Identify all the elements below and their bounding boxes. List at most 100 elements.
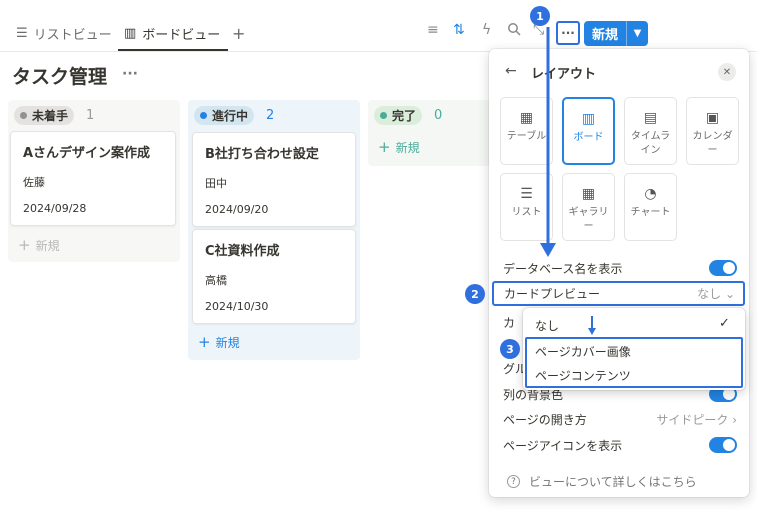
filter-icon[interactable]: ≡ (427, 22, 439, 38)
layout-option-label: カレンダー (692, 131, 733, 156)
card-date: 2024/09/20 (205, 203, 269, 216)
layout-option-chart[interactable]: ◔ チャート (624, 173, 677, 241)
card-preview-value-text: なし (697, 287, 722, 301)
layout-option-label: リスト (511, 207, 542, 218)
board-column-done: 完了 0 + 新規 (368, 100, 492, 166)
layout-option-board[interactable]: ▥ ボード (562, 97, 615, 165)
layout-option-table[interactable]: ▦ テーブル (500, 97, 553, 165)
card-person: 高橋 (205, 274, 227, 287)
tab-board-view-label: ボードビュー (142, 27, 221, 43)
task-card[interactable]: C社資料作成 高橋 2024/10/30 (192, 229, 356, 324)
tab-board-view[interactable]: ▥ ボードビュー (124, 20, 220, 46)
active-tab-underline (118, 49, 228, 51)
sort-icon[interactable]: ⇅ (453, 22, 465, 38)
setting-label: カ (503, 315, 516, 330)
column-header: 未着手 1 (14, 106, 94, 125)
tab-list-view-label: リストビュー (33, 27, 112, 43)
help-link[interactable]: ? ビューについて詳しくはこちら (507, 473, 697, 490)
status-label: 完了 (392, 109, 417, 123)
layout-option-list[interactable]: ☰ リスト (500, 173, 553, 241)
chart-icon: ◔ (644, 186, 657, 202)
status-pill[interactable]: 進行中 (194, 106, 255, 125)
card-preview-row[interactable]: カードプレビュー なし ⌄ (492, 281, 745, 306)
status-dot (20, 112, 27, 119)
search-icon[interactable] (507, 22, 521, 40)
task-card[interactable]: B社打ち合わせ設定 田中 2024/09/20 (192, 132, 356, 227)
board-icon: ▥ (581, 111, 596, 127)
board-column-in-progress: 進行中 2 B社打ち合わせ設定 田中 2024/09/20 C社資料作成 高橋 … (188, 100, 360, 360)
plus-icon: + (18, 236, 31, 254)
setting-label: ページアイコンを表示 (503, 438, 623, 453)
add-new-label: 新規 (395, 140, 420, 155)
new-dropdown-button[interactable]: ▼ (626, 21, 649, 46)
back-arrow-icon[interactable]: ← (505, 63, 517, 79)
status-dot (380, 112, 387, 119)
add-new-button[interactable]: + 新規 (18, 236, 60, 254)
help-label: ビューについて詳しくはこちら (529, 475, 697, 489)
column-count: 2 (266, 108, 275, 123)
highlight-box (525, 337, 743, 388)
status-pill[interactable]: 未着手 (14, 106, 75, 125)
show-page-icon-toggle[interactable] (709, 437, 737, 453)
page-open-value: サイドピーク › (656, 411, 737, 428)
task-card[interactable]: Aさんデザイン案作成 佐藤 2024/09/28 (10, 131, 176, 226)
add-new-label: 新規 (215, 335, 240, 350)
plus-icon: + (378, 138, 391, 156)
table-icon: ▦ (519, 110, 534, 126)
card-title: B社打ち合わせ設定 (205, 147, 319, 162)
plus-icon: + (198, 333, 211, 351)
setting-label: ページの開き方 (503, 412, 587, 427)
chevron-down-icon: ⌄ (724, 287, 735, 301)
list-icon: ☰ (16, 25, 28, 41)
chevron-right-icon: › (732, 412, 737, 427)
layout-option-gallery[interactable]: ▦ ギャラリー (562, 173, 615, 241)
layout-option-timeline[interactable]: ▤ タイムライン (624, 97, 677, 165)
timeline-icon: ▤ (643, 110, 658, 126)
check-icon: ✓ (719, 316, 730, 331)
more-horizontal-icon: ··· (561, 26, 575, 40)
layout-option-label: ギャラリー (568, 207, 609, 232)
option-none[interactable]: なし (535, 317, 559, 334)
status-label: 未着手 (32, 109, 69, 123)
card-person: 田中 (205, 177, 227, 190)
add-new-button[interactable]: + 新規 (378, 138, 420, 156)
show-db-name-row[interactable]: データベース名を表示 (503, 257, 737, 279)
column-header: 進行中 2 (194, 106, 274, 125)
show-page-icon-row[interactable]: ページアイコンを表示 (503, 434, 737, 456)
status-pill[interactable]: 完了 (374, 106, 423, 125)
annotation-badge-1: 1 (530, 6, 550, 26)
layout-option-calendar[interactable]: ▣ カレンダー (686, 97, 739, 165)
status-dot (200, 112, 207, 119)
column-header: 完了 0 (374, 106, 442, 125)
board-icon: ▥ (124, 25, 137, 41)
layout-option-label: タイムライン (630, 131, 671, 156)
gallery-icon: ▦ (581, 186, 596, 202)
annotation-badge-2: 2 (465, 284, 485, 304)
close-icon[interactable]: ✕ (718, 63, 736, 81)
card-title: C社資料作成 (205, 244, 280, 259)
tab-list-view[interactable]: ☰ リストビュー (16, 20, 112, 46)
column-count: 1 (86, 108, 95, 123)
more-options-button[interactable]: ··· (556, 21, 580, 45)
add-new-button[interactable]: + 新規 (198, 333, 240, 351)
card-person: 佐藤 (23, 176, 45, 189)
chevron-down-icon: ▼ (633, 28, 642, 39)
show-db-name-toggle[interactable] (709, 260, 737, 276)
card-date: 2024/09/28 (23, 202, 87, 215)
lightning-icon[interactable]: ϟ (482, 22, 491, 38)
column-count: 0 (434, 108, 443, 123)
plus-icon: + (232, 23, 246, 43)
card-date: 2024/10/30 (205, 300, 269, 313)
setting-label: データベース名を表示 (503, 261, 623, 276)
card-preview-value: なし ⌄ (697, 285, 735, 302)
card-title: Aさんデザイン案作成 (23, 146, 151, 161)
new-button[interactable]: 新規 (584, 21, 627, 46)
page-open-value-text: サイドピーク (656, 412, 729, 427)
help-icon: ? (507, 475, 520, 488)
layout-option-label: テーブル (506, 131, 547, 142)
page-open-row[interactable]: ページの開き方 サイドピーク › (503, 408, 737, 430)
title-more-icon[interactable]: ··· (122, 66, 138, 82)
add-view-button[interactable]: + (232, 20, 245, 46)
status-label: 進行中 (212, 109, 249, 123)
setting-label: カードプレビュー (504, 287, 601, 301)
